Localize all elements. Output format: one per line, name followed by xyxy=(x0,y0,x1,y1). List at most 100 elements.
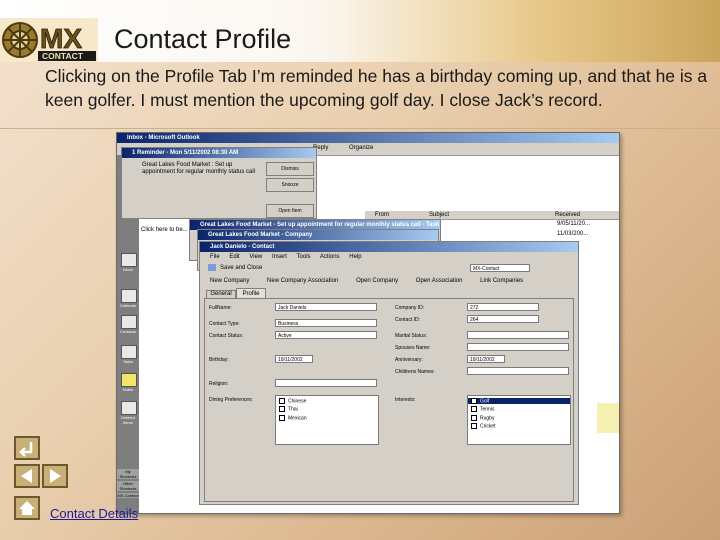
birthday-field[interactable]: 19/11/2002 xyxy=(275,355,313,363)
notes-icon[interactable] xyxy=(121,373,137,387)
menu-edit[interactable]: Edit xyxy=(229,254,239,260)
list-item[interactable]: Rugby xyxy=(471,414,567,421)
company-id-field[interactable]: 272 xyxy=(467,303,539,311)
save-and-close-button[interactable]: Save and Close xyxy=(220,265,262,271)
slide-header-bar xyxy=(0,0,720,62)
open-association-button[interactable]: Open Association xyxy=(416,278,463,284)
anniversary-field[interactable]: 19/11/2002 xyxy=(467,355,505,363)
previous-slide-button[interactable] xyxy=(14,464,40,488)
column-received[interactable]: Received xyxy=(555,212,580,218)
list-item[interactable]: Thai xyxy=(279,406,375,413)
fullname-field[interactable]: Jack Daniels xyxy=(275,303,377,311)
divider xyxy=(0,128,720,129)
left-arrow-icon xyxy=(21,469,32,483)
mx-contact-dropdown[interactable]: MX-Contact xyxy=(470,264,530,272)
new-company-association-button[interactable]: New Company Association xyxy=(267,278,338,284)
checkbox[interactable] xyxy=(471,406,477,413)
right-arrow-icon xyxy=(50,469,61,483)
dining-option: Mexican xyxy=(288,414,307,421)
dismiss-button[interactable]: Dismiss xyxy=(266,162,314,176)
inbox-icon[interactable] xyxy=(121,253,137,267)
dining-option: Chinese xyxy=(288,398,307,405)
return-button[interactable] xyxy=(14,436,40,460)
outlook-bar-item[interactable]: Contacts xyxy=(117,329,139,334)
new-company-button[interactable]: New Company xyxy=(210,278,249,284)
contact-title: Jack Danielo - Contact xyxy=(200,242,578,252)
interest-option: Cricket xyxy=(480,423,496,430)
next-slide-button[interactable] xyxy=(42,464,68,488)
interest-option: Golf xyxy=(480,398,490,405)
marital-status-select[interactable] xyxy=(467,331,569,339)
open-company-button[interactable]: Open Company xyxy=(356,278,398,284)
column-from[interactable]: From xyxy=(375,212,389,218)
list-item[interactable]: Chinese xyxy=(279,398,375,404)
marital-status-label: Marital Status: xyxy=(395,333,427,339)
mx-contact-logo: MX CONTACT xyxy=(0,18,98,62)
birthday-label: Birthday: xyxy=(209,357,229,363)
tasks-icon[interactable] xyxy=(121,345,137,359)
outlook-bar-item[interactable]: Notes xyxy=(117,387,139,392)
organize-button[interactable]: Organize xyxy=(349,145,373,151)
checkbox[interactable] xyxy=(471,414,477,421)
list-item[interactable]: Tennis xyxy=(471,406,567,413)
interests-list[interactable]: Golf Tennis Rugby Cricket xyxy=(467,395,571,445)
shortcut-group[interactable]: My Shortcuts xyxy=(117,469,139,479)
received-date: 11/03/200... xyxy=(557,231,589,237)
contact-id-field[interactable]: 264 xyxy=(467,315,539,323)
menu-insert[interactable]: Insert xyxy=(272,254,287,260)
toolbar2: New Company New Company Association Open… xyxy=(210,278,523,284)
contacts-icon[interactable] xyxy=(121,315,137,329)
contact-type-select[interactable]: Business xyxy=(275,319,377,327)
spouse-field[interactable] xyxy=(467,343,569,351)
home-button[interactable] xyxy=(14,496,40,520)
spouse-label: Spouses Name: xyxy=(395,345,431,351)
interest-option: Tennis xyxy=(480,406,495,413)
contact-type-label: Contact Type: xyxy=(209,321,240,327)
dining-option: Thai xyxy=(288,406,298,413)
reminder-dialog: 1 Reminder - Mon 5/11/2002 08:30 AM Grea… xyxy=(121,147,317,219)
calendar-icon[interactable] xyxy=(121,289,137,303)
dining-list[interactable]: Chinese Thai Mexican xyxy=(275,395,379,445)
outlook-title-bar: Inbox - Microsoft Outlook xyxy=(117,133,619,143)
outlook-bar-item[interactable]: Inbox xyxy=(117,267,139,272)
menu-help[interactable]: Help xyxy=(349,254,361,260)
menu-view[interactable]: View xyxy=(249,254,262,260)
outlook-bar-item[interactable]: Deleted Items xyxy=(117,415,139,425)
children-label: Childrens Names: xyxy=(395,369,435,375)
contact-status-select[interactable]: Active xyxy=(275,331,377,339)
deleted-items-icon[interactable] xyxy=(121,401,137,415)
checkbox[interactable] xyxy=(471,422,477,429)
menu-actions[interactable]: Actions xyxy=(320,254,340,260)
company-id-label: Company ID: xyxy=(395,305,425,311)
fullname-label: FullName: xyxy=(209,305,232,311)
inline-link[interactable]: Click here to be... xyxy=(141,227,188,233)
menu-file[interactable]: File xyxy=(210,254,220,260)
svg-text:MX: MX xyxy=(40,23,82,54)
reminder-text: Great Lakes Food Market : Set up appoint… xyxy=(142,162,256,175)
svg-text:CONTACT: CONTACT xyxy=(42,51,84,61)
home-icon xyxy=(19,501,35,515)
interest-option: Rugby xyxy=(480,414,495,421)
list-item[interactable]: Cricket xyxy=(471,422,567,430)
column-subject[interactable]: Subject xyxy=(429,212,449,218)
checkbox-checked[interactable] xyxy=(471,398,477,404)
outlook-bar-item[interactable]: Calendar xyxy=(117,303,139,308)
menu-tools[interactable]: Tools xyxy=(297,254,311,260)
checkbox[interactable] xyxy=(279,414,285,421)
list-item[interactable]: Golf xyxy=(468,398,570,405)
link-companies-button[interactable]: Link Companies xyxy=(480,278,523,284)
company-title: Great Lakes Food Market - Company xyxy=(198,230,438,240)
checkbox[interactable] xyxy=(279,406,285,413)
shortcut-group[interactable]: MX-Contact xyxy=(117,493,139,498)
outlook-bar-item[interactable]: Tasks xyxy=(117,359,139,364)
slide-title: Contact Profile xyxy=(114,24,292,54)
list-item[interactable]: Mexican xyxy=(279,414,375,421)
children-field[interactable] xyxy=(467,367,569,375)
contact-details-link[interactable]: Contact Details xyxy=(50,506,138,521)
snooze-button[interactable]: Snooze xyxy=(266,178,314,192)
shortcut-group[interactable]: Other Shortcuts xyxy=(117,481,139,491)
open-item-button[interactable]: Open Item xyxy=(266,204,314,218)
dining-label: Dining Preferences: xyxy=(209,397,253,403)
checkbox[interactable] xyxy=(279,398,285,404)
religion-select[interactable] xyxy=(275,379,377,387)
